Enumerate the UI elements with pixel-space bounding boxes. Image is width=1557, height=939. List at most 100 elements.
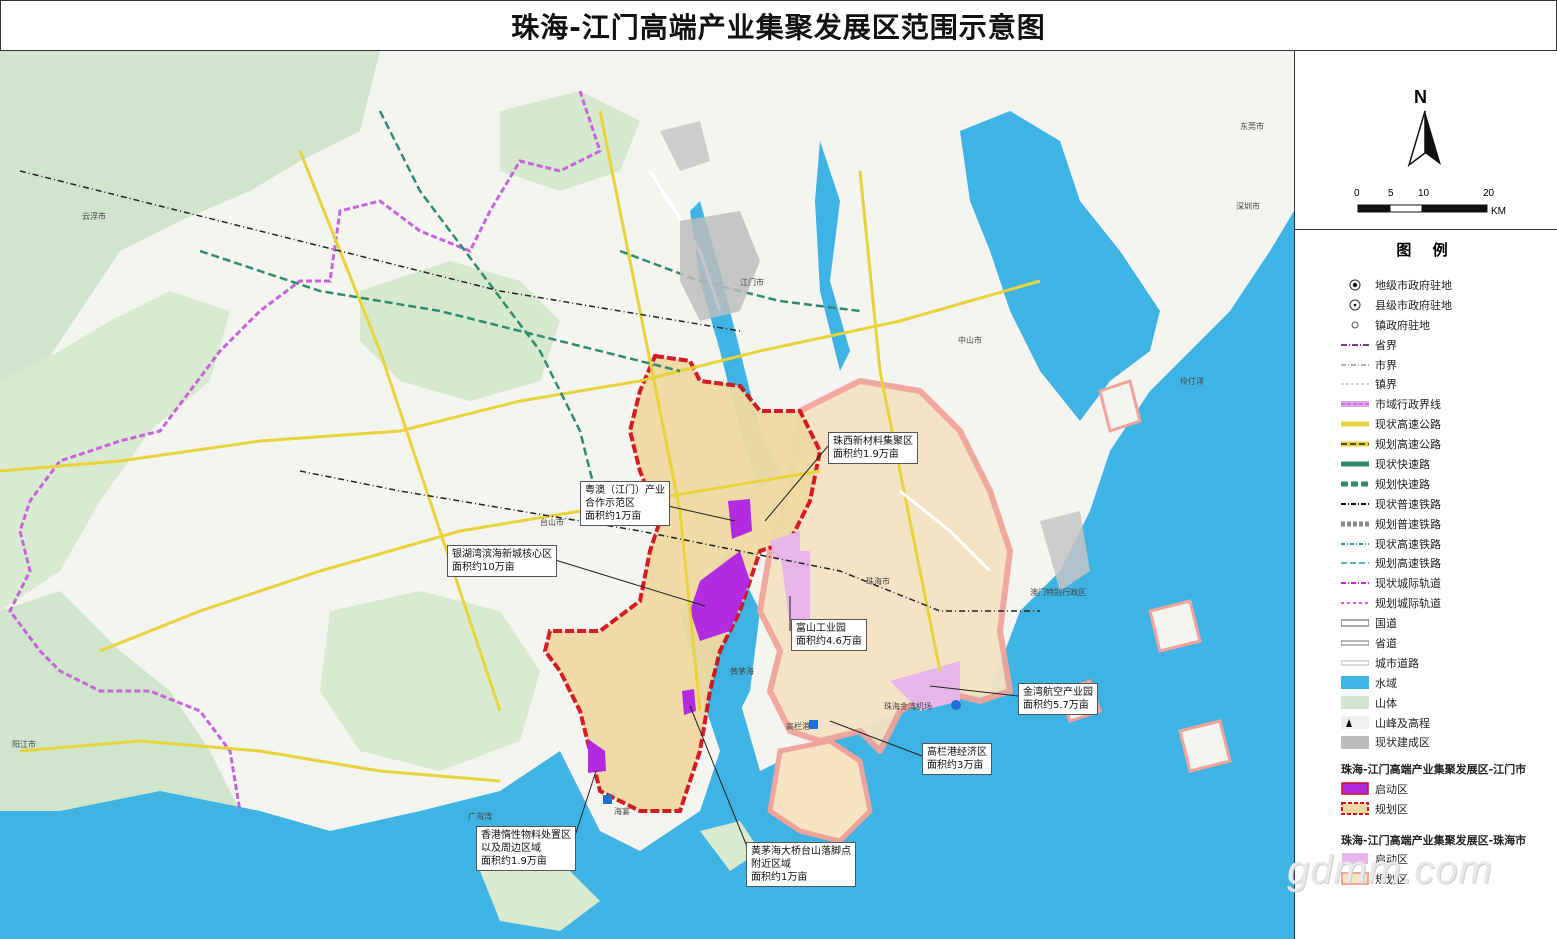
scale-tick-10: 10 xyxy=(1418,188,1430,199)
town-seat-icon xyxy=(1341,318,1369,331)
place-yangjiang: 阳江市 xyxy=(12,740,36,749)
map-canvas[interactable]: 江门市 中山市 珠海市 高栏港 珠海金湾机场 广海湾 黄茅海 海宴 东莞市 深圳… xyxy=(0,51,1295,939)
city-seat-icon xyxy=(1341,278,1369,291)
map-title: 珠海-江门高端产业集聚发展区范围示意图 xyxy=(511,10,1046,44)
planned-express-road-icon xyxy=(1341,477,1369,490)
provincial-road-icon xyxy=(1341,636,1369,649)
place-macau: 澳门特别行政区 xyxy=(1030,588,1086,597)
existing-hsr-icon xyxy=(1341,537,1369,550)
planned-hsr-icon xyxy=(1341,557,1369,570)
legend-item: 规划快速路 xyxy=(1341,474,1551,494)
legend-item: 镇界 xyxy=(1341,374,1551,394)
callout-yueao[interactable]: 粤澳（江门）产业 合作示范区 面积约1万亩 xyxy=(580,481,670,526)
peak-icon xyxy=(1341,716,1369,730)
legend-jiangmen-list: 启动区 规划区 xyxy=(1341,779,1551,819)
existing-express-road-icon xyxy=(1341,457,1369,470)
legend-item: 规划城际轨道 xyxy=(1341,593,1551,613)
municipal-boundary-icon xyxy=(1341,398,1369,411)
place-shenzhen: 深圳市 xyxy=(1236,202,1260,211)
title-bar: 珠海-江门高端产业集聚发展区范围示意图 xyxy=(0,0,1557,52)
scale-bar-icon xyxy=(1357,204,1488,213)
legend-item: 市域行政界线 xyxy=(1341,394,1551,414)
island-2 xyxy=(1148,599,1202,653)
legend-zhuhai-head: 珠海-江门高端产业集聚发展区-珠海市 xyxy=(1341,834,1527,847)
legend-item: 现状高速公路 xyxy=(1341,414,1551,434)
place-zhongshan: 中山市 xyxy=(958,336,982,345)
legend-item: 规划区 xyxy=(1341,799,1551,819)
legend-item: 规划高速公路 xyxy=(1341,434,1551,454)
national-road-icon xyxy=(1341,617,1369,630)
water-icon xyxy=(1341,676,1369,690)
town-boundary-icon xyxy=(1341,378,1369,391)
north-label: N xyxy=(1414,87,1427,107)
place-airport: 珠海金湾机场 xyxy=(884,702,932,711)
watermark: gdmm.com xyxy=(1287,848,1493,892)
scale-unit: KM xyxy=(1491,206,1506,217)
legend-item: 县级市政府驻地 xyxy=(1341,295,1551,315)
legend-item: 现状建成区 xyxy=(1341,732,1551,752)
legend-item: 山峰及高程 xyxy=(1341,713,1551,733)
legend-item: 现状高速铁路 xyxy=(1341,534,1551,554)
legend-item: 省界 xyxy=(1341,335,1551,355)
callout-jinwan[interactable]: 金湾航空产业园 面积约5.7万亩 xyxy=(1018,683,1098,715)
place-taishan: 台山市 xyxy=(540,518,564,527)
legend-list: 地级市政府驻地 县级市政府驻地 镇政府驻地 省界 市界 镇界 市域行政界线 现状… xyxy=(1341,275,1551,752)
port-icon-gaolan xyxy=(809,720,818,729)
legend-item: 现状城际轨道 xyxy=(1341,573,1551,593)
legend-item: 规划高速铁路 xyxy=(1341,553,1551,573)
place-guanghai: 广海湾 xyxy=(468,812,492,821)
jm-plan-zone-icon xyxy=(1341,802,1369,816)
legend-item: 山体 xyxy=(1341,693,1551,713)
province-boundary-icon xyxy=(1341,338,1369,351)
legend-item: 城市道路 xyxy=(1341,653,1551,673)
place-huangmaohai: 黄茅海 xyxy=(730,667,754,676)
legend-item: 镇政府驻地 xyxy=(1341,315,1551,335)
callout-fushan[interactable]: 富山工业园 面积约4.6万亩 xyxy=(791,619,867,651)
airport-icon xyxy=(951,700,961,710)
island-3 xyxy=(1178,719,1232,773)
existing-railway-icon xyxy=(1341,497,1369,510)
side-panel: N 0 5 10 20 KM 图 例 地级市政府驻地 县级市政府驻地 镇政府驻地 xyxy=(1295,51,1557,939)
legend-item: 市界 xyxy=(1341,355,1551,375)
mountain-icon xyxy=(1341,696,1369,710)
existing-expressway-icon xyxy=(1341,418,1369,431)
scale-tick-20: 20 xyxy=(1483,188,1495,199)
legend-jiangmen-head: 珠海-江门高端产业集聚发展区-江门市 xyxy=(1341,763,1527,776)
place-jiangmen: 江门市 xyxy=(740,278,764,287)
place-dongguan: 东莞市 xyxy=(1240,122,1264,131)
callout-yinhu[interactable]: 银湖湾滨海新城核心区 面积约10万亩 xyxy=(447,545,557,577)
county-seat-icon xyxy=(1341,298,1369,311)
callout-huangmao[interactable]: 黄茅海大桥台山落脚点 附近区域 面积约1万亩 xyxy=(746,842,856,887)
place-yunfu: 云浮市 xyxy=(82,212,106,221)
city-boundary-icon xyxy=(1341,358,1369,371)
place-haiyan: 海宴 xyxy=(614,807,630,816)
existing-intercity-icon xyxy=(1341,577,1369,590)
planned-railway-icon xyxy=(1341,517,1369,530)
port-icon-guanghai xyxy=(603,795,612,804)
city-road-icon xyxy=(1341,656,1369,669)
scale-tick-5: 5 xyxy=(1388,188,1394,199)
legend-item: 省道 xyxy=(1341,633,1551,653)
jm-start-zone-icon xyxy=(1341,782,1369,796)
scale-tick-0: 0 xyxy=(1354,188,1360,199)
north-arrow-icon xyxy=(1407,110,1441,167)
legend-item: 启动区 xyxy=(1341,779,1551,799)
planned-intercity-icon xyxy=(1341,597,1369,610)
place-lingding: 伶仃洋 xyxy=(1180,377,1204,386)
callout-xianggang[interactable]: 香港惰性物料处置区 以及周边区域 面积约1.9万亩 xyxy=(476,826,576,871)
legend-item: 现状普速铁路 xyxy=(1341,494,1551,514)
callout-zhuxi[interactable]: 珠西新材料集聚区 面积约1.9万亩 xyxy=(828,432,918,464)
place-zhuhai: 珠海市 xyxy=(866,577,890,586)
compass-panel: N 0 5 10 20 KM xyxy=(1295,51,1557,230)
built-up-icon xyxy=(1341,735,1369,749)
huangmao-start-zone xyxy=(682,689,696,715)
callout-gaolan[interactable]: 高栏港经济区 面积约3万亩 xyxy=(922,743,992,775)
place-gaolangang: 高栏港 xyxy=(786,722,810,731)
legend-item: 水域 xyxy=(1341,673,1551,693)
planned-expressway-icon xyxy=(1341,438,1369,451)
legend-item: 国道 xyxy=(1341,613,1551,633)
legend-item: 规划普速铁路 xyxy=(1341,514,1551,534)
legend-item: 地级市政府驻地 xyxy=(1341,275,1551,295)
legend-item: 现状快速路 xyxy=(1341,454,1551,474)
legend-title: 图 例 xyxy=(1396,241,1456,259)
